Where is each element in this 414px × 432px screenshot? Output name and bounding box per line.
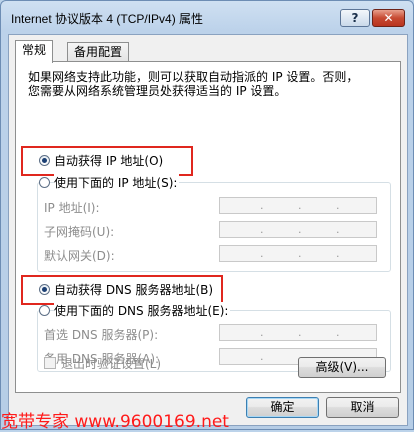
manual-ip-radio[interactable] [39,177,50,188]
auto-ip-radio[interactable] [39,155,50,166]
dialog-client-area: 常规 备用配置 如果网络支持此功能，则可以获取自动指派的 IP 设置。否则，您需… [8,34,408,426]
default-gateway-label: 默认网关(D): [44,249,115,263]
watermark-text: 宽带专家 www.9600169.net [1,412,229,432]
preferred-dns-label: 首选 DNS 服务器(P): [44,328,159,342]
ip-address-label: IP 地址(I): [44,201,100,215]
validate-on-exit-checkbox[interactable] [44,357,56,369]
auto-dns-label[interactable]: 自动获得 DNS 服务器地址(B) [54,281,213,298]
window-title: Internet 协议版本 4 (TCP/IPv4) 属性 [11,12,204,26]
tab-alternate-config[interactable]: 备用配置 [67,42,130,62]
auto-dns-radio[interactable] [39,284,50,295]
subnet-mask-label: 子网掩码(U): [44,225,115,239]
advanced-button[interactable]: 高级(V)... [298,357,386,378]
default-gateway-field[interactable]: ... [219,245,377,262]
subnet-mask-field[interactable]: ... [219,221,377,238]
preferred-dns-field[interactable]: ... [219,324,377,341]
manual-ip-label[interactable]: 使用下面的 IP 地址(S): [54,174,180,191]
manual-dns-label[interactable]: 使用下面的 DNS 服务器地址(E): [54,302,231,319]
close-button[interactable]: ✕ [372,9,405,27]
ip-address-field[interactable]: ... [219,197,377,214]
dialog-window: Internet 协议版本 4 (TCP/IPv4) 属性 ? ✕ 常规 备用配… [0,0,414,432]
ok-button[interactable]: 确定 [246,397,319,418]
general-tab-panel: 如果网络支持此功能，则可以获取自动指派的 IP 设置。否则，您需要从网络系统管理… [15,61,401,393]
validate-on-exit-label[interactable]: 退出时验证设置(L) [61,355,161,372]
description-text: 如果网络支持此功能，则可以获取自动指派的 IP 设置。否则，您需要从网络系统管理… [28,70,359,98]
help-button[interactable]: ? [340,9,370,27]
cancel-button[interactable]: 取消 [326,397,399,418]
tab-general[interactable]: 常规 [15,40,54,63]
title-bar[interactable]: Internet 协议版本 4 (TCP/IPv4) 属性 ? ✕ [1,1,413,35]
manual-dns-radio[interactable] [39,305,50,316]
auto-ip-label[interactable]: 自动获得 IP 地址(O) [54,152,163,169]
